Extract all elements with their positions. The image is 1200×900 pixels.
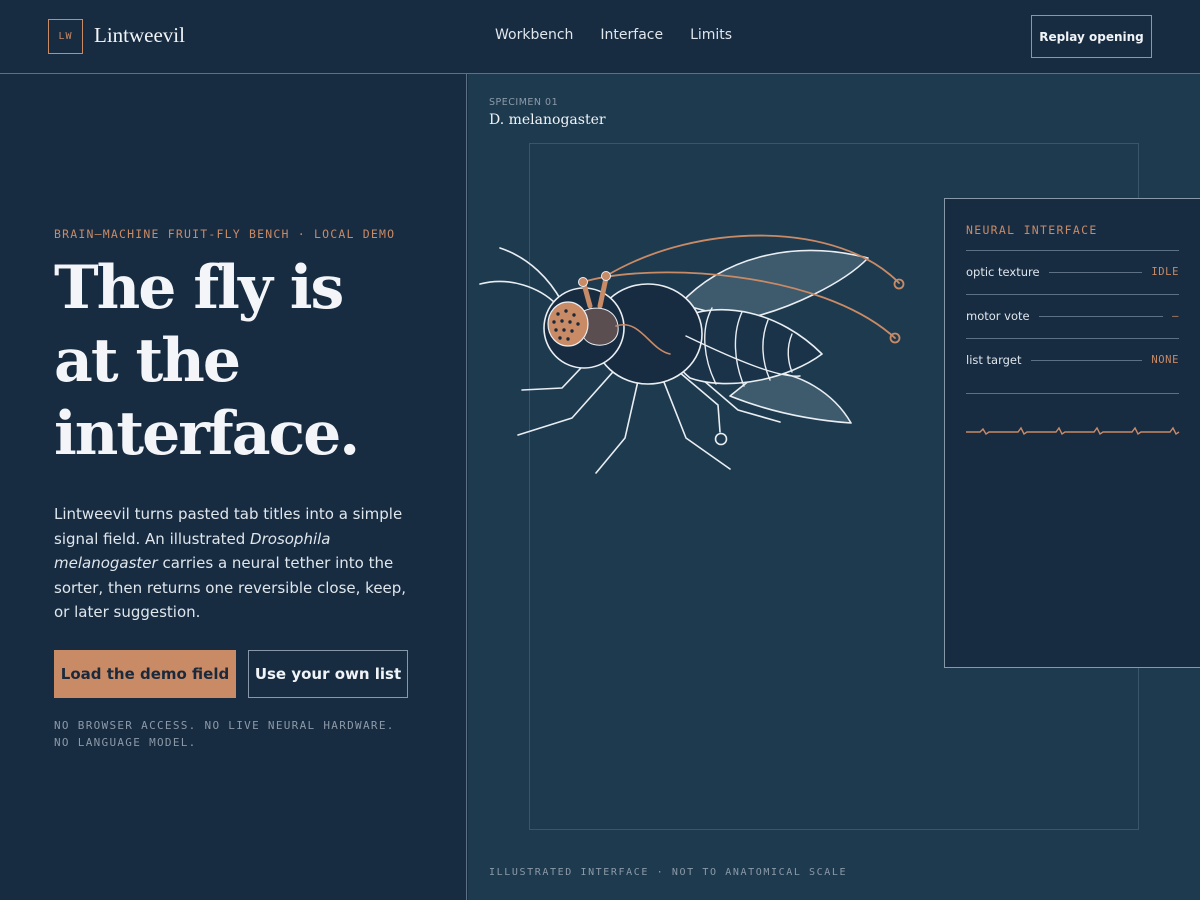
signal-waveform [966,426,1180,436]
neural-interface-panel: NEURAL INTERFACE optic texture IDLE moto… [944,198,1200,668]
hero-eyebrow: BRAIN–MACHINE FRUIT-FLY BENCH · LOCAL DE… [54,227,396,241]
row-optic-texture: optic texture IDLE [966,264,1179,280]
headline-line-1: The fly is [54,253,344,323]
nav-link-workbench[interactable]: Workbench [495,27,573,43]
illustration-caption: ILLUSTRATED INTERFACE · NOT TO ANATOMICA… [489,867,848,878]
replay-opening-button[interactable]: Replay opening [1031,15,1152,58]
antenna-bristle [499,247,563,303]
disclaimer-line-2: NO LANGUAGE MODEL. [54,736,197,749]
row-leader-line [1048,271,1143,273]
row-leader-line [1030,359,1143,361]
headline-line-3: interface. [54,399,360,469]
nav-link-limits[interactable]: Limits [690,27,732,43]
use-own-list-button[interactable]: Use your own list [248,650,408,698]
nav-link-interface[interactable]: Interface [600,27,663,43]
row-list-target: list target NONE [966,352,1179,368]
brand-name[interactable]: Lintweevil [94,23,185,48]
headline-line-2: at the [54,326,241,396]
panel-title: NEURAL INTERFACE [966,223,1098,237]
panel-divider [966,393,1179,394]
antenna-bristle [479,280,557,305]
logo-mark[interactable]: LW [48,19,83,54]
disclaimer-line-1: NO BROWSER ACCESS. NO LIVE NEURAL HARDWA… [54,719,395,732]
load-demo-field-button[interactable]: Load the demo field [54,650,236,698]
row-value: — [1172,310,1179,322]
row-value: NONE [1151,354,1179,366]
row-label: motor vote [966,309,1030,323]
disclaimer-note: NO BROWSER ACCESS. NO LIVE NEURAL HARDWA… [54,717,424,751]
row-label: optic texture [966,265,1040,279]
hero-headline: The fly is at the interface. [54,252,454,471]
cable-node [578,277,588,287]
description-part-1: Lintweevil turns pasted tab titles into … [54,505,403,548]
leg [517,363,621,436]
panel-divider [966,294,1179,295]
panel-divider [966,338,1179,339]
site-header: LW Lintweevil Workbench Interface Limits… [0,0,1200,74]
row-motor-vote: motor vote — [966,308,1179,324]
leg [595,371,641,474]
cable-node [601,271,611,281]
main-nav: Workbench Interface Limits [495,27,732,43]
row-label: list target [966,353,1022,367]
leg-joint [714,432,728,446]
row-leader-line [1038,315,1164,317]
row-value: IDLE [1151,266,1179,278]
panel-divider [966,250,1179,251]
hero-description: Lintweevil turns pasted tab titles into … [54,502,424,625]
cable-terminal [893,278,905,290]
hero-section: BRAIN–MACHINE FRUIT-FLY BENCH · LOCAL DE… [0,74,467,900]
